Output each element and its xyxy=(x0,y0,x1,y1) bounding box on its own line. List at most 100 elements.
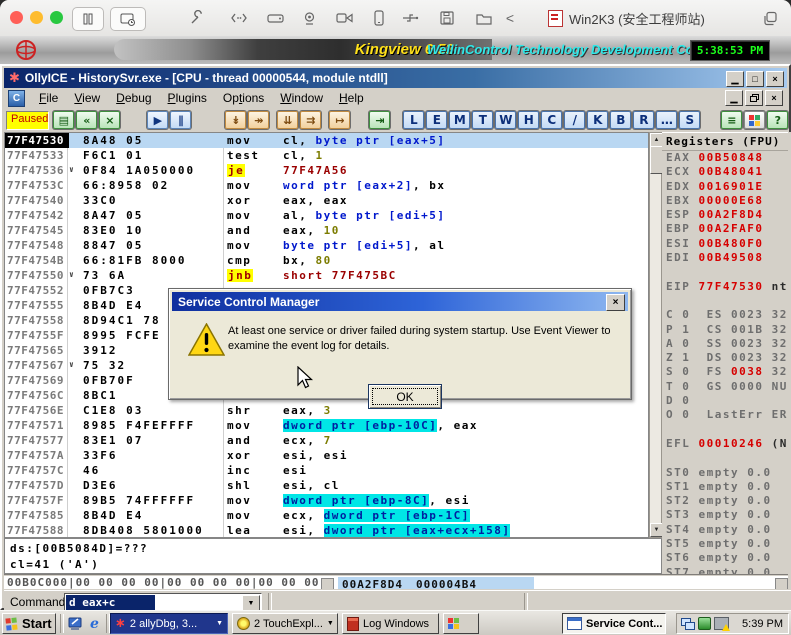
disasm-row[interactable]: 77F47571 8985 F4FEFFFF mov dword ptr [ebp-1… xyxy=(5,418,648,433)
mdi-close-button[interactable]: × xyxy=(765,90,783,106)
register-line[interactable]: ST2 empty 0.0 xyxy=(662,494,788,508)
toolbar-windows-list-button[interactable]: ≡ xyxy=(721,111,743,129)
chevron-down-icon[interactable]: ▼ xyxy=(327,620,334,627)
register-line[interactable]: EDX 0016901E xyxy=(662,180,788,194)
chevron-down-icon[interactable]: ▼ xyxy=(242,595,260,611)
disasm-row[interactable]: 77F47577 83E1 07 and ecx, 7 xyxy=(5,433,648,448)
menu-window[interactable]: Window xyxy=(272,91,331,105)
toolbar-till-return-button[interactable]: ↦ xyxy=(329,111,351,129)
menu-debug[interactable]: Debug xyxy=(108,91,159,105)
toolbar-animate-over-button[interactable]: ⇉ xyxy=(300,111,322,129)
internet-explorer-icon[interactable]: e xyxy=(86,615,103,632)
mac-close-button[interactable] xyxy=(10,11,23,24)
toolbar-windows-button[interactable]: W xyxy=(495,111,517,129)
disasm-row[interactable]: 77F47545 83E0 10 and eax, 10 xyxy=(5,223,648,238)
start-button[interactable]: Start xyxy=(2,613,56,634)
register-line[interactable]: ST3 empty 0.0 xyxy=(662,508,788,522)
wrench-icon[interactable] xyxy=(185,8,209,28)
show-desktop-icon[interactable] xyxy=(66,615,83,632)
cpu-window-icon[interactable]: C xyxy=(8,89,25,107)
disasm-row[interactable]: 77F4756E C1E8 03 shr eax, 3 xyxy=(5,403,648,418)
disasm-row[interactable]: 77F47533 F6C1 01 test cl, 1 xyxy=(5,148,648,163)
mac-zoom-button[interactable] xyxy=(50,11,63,24)
register-line[interactable]: ESI 00B480F0 xyxy=(662,237,788,251)
disasm-row[interactable]: 77F4757C 46 inc esi xyxy=(5,463,648,478)
tray-clock[interactable]: 5:39 PM xyxy=(742,618,783,630)
toolbar-step-over-button[interactable]: ↠ xyxy=(248,111,270,129)
register-line[interactable]: Z 1 DS 0023 32bi xyxy=(662,351,788,365)
disasm-row[interactable]: 77F47540 33C0 xor eax, eax xyxy=(5,193,648,208)
minimize-button[interactable]: ▁ xyxy=(726,71,744,87)
maximize-button[interactable]: □ xyxy=(746,71,764,87)
copy-window-icon[interactable] xyxy=(758,8,782,28)
register-line[interactable]: O 0 LastErr ERRO xyxy=(662,408,788,422)
register-line[interactable]: EAX 00B50848 xyxy=(662,151,788,165)
network-tray-icon[interactable] xyxy=(681,617,695,630)
mdi-restore-button[interactable] xyxy=(745,90,763,106)
task-ollydbg-group[interactable]: ∗ 2 allyDbg, 3... ▼ xyxy=(110,613,228,634)
disassembly-scrollbar[interactable]: ▲ ▼ xyxy=(649,132,663,538)
task-touchexpl-group[interactable]: 2 TouchExpl... ▼ xyxy=(232,613,338,634)
stack-pane[interactable]: 00A2F8D4 000004B4 xyxy=(334,574,788,589)
toolbar-run-button[interactable]: ▶ xyxy=(147,111,169,129)
register-line[interactable] xyxy=(662,451,788,465)
task-service-control-manager[interactable]: Service Cont... xyxy=(562,613,666,634)
drive-icon[interactable] xyxy=(263,8,287,28)
register-line[interactable] xyxy=(662,294,788,308)
toolbar-appearance-button[interactable] xyxy=(744,111,766,129)
register-line[interactable]: ECX 00B48041 xyxy=(662,165,788,179)
toolbar-log-button[interactable]: L xyxy=(403,111,425,129)
toolbar-restart-button[interactable]: « xyxy=(76,111,98,129)
toolbar-executables-button[interactable]: E xyxy=(426,111,448,129)
toolbar-step-into-button[interactable]: ↡ xyxy=(225,111,247,129)
mac-minimize-button[interactable] xyxy=(30,11,43,24)
register-line[interactable]: EIP 77F47530 ntdl xyxy=(662,280,788,294)
toolbar-source-button[interactable]: S xyxy=(679,111,701,129)
toolbar-handles-button[interactable]: H xyxy=(518,111,540,129)
disasm-row[interactable]: 77F47530 8A48 05 mov cl, byte ptr [eax+5] xyxy=(5,133,648,148)
vm-warning-tray-icon[interactable] xyxy=(714,617,730,631)
register-line[interactable]: ST5 empty 0.0 xyxy=(662,537,788,551)
toolbar-references-button[interactable]: R xyxy=(633,111,655,129)
stack-scroll-nub[interactable] xyxy=(775,578,788,589)
disasm-row[interactable]: 77F4757F 89B5 74FFFFFF mov dword ptr [ebp-8… xyxy=(5,493,648,508)
toolbar-animate-into-button[interactable]: ⇊ xyxy=(277,111,299,129)
register-line[interactable]: S 0 FS 0038 32bi xyxy=(662,365,788,379)
menu-view[interactable]: View xyxy=(66,91,108,105)
menu-help[interactable]: Help xyxy=(331,91,372,105)
disasm-row[interactable]: 77F4757A 33F6 xor esi, esi xyxy=(5,448,648,463)
ok-button[interactable]: OK xyxy=(368,384,442,409)
agent-tray-icon[interactable] xyxy=(698,617,711,630)
register-line[interactable]: EFL 00010246 (NO, xyxy=(662,437,788,451)
disasm-row[interactable]: 77F4753C 66:8958 02 mov word ptr [eax+2], b… xyxy=(5,178,648,193)
disasm-row[interactable]: 77F47550 ∨ 73 6A jnb short 77F475BC xyxy=(5,268,648,283)
task-log-windows[interactable]: Log Windows xyxy=(342,613,439,634)
register-line[interactable]: ESP 00A2F8D4 xyxy=(662,208,788,222)
disasm-row[interactable]: 77F4757D D3E6 shl esi, cl xyxy=(5,478,648,493)
register-line[interactable]: T 0 GS 0000 NULL xyxy=(662,380,788,394)
register-line[interactable]: P 1 CS 001B 32bi xyxy=(662,323,788,337)
memory-dump-pane[interactable]: 00B0C000|00 00 00 00|00 00 00 00|00 00 0… xyxy=(4,574,334,589)
register-line[interactable]: ST0 empty 0.0 xyxy=(662,466,788,480)
registers-pane[interactable]: Registers (FPU) EAX 00B50848 ECX 00B48041… xyxy=(662,132,788,589)
mdi-minimize-button[interactable]: ▁ xyxy=(725,90,743,106)
toolbar-memory-button[interactable]: M xyxy=(449,111,471,129)
menu-options[interactable]: Options xyxy=(215,91,272,105)
ollyice-titlebar[interactable]: ✱ OllyICE - HistorySvr.exe - [CPU - thre… xyxy=(4,68,787,88)
register-line[interactable] xyxy=(662,423,788,437)
toolbar-breakpoints-button[interactable]: B xyxy=(610,111,632,129)
dialog-titlebar[interactable]: Service Control Manager × xyxy=(172,292,628,311)
toolbar-open-button[interactable]: ▤ xyxy=(53,111,75,129)
register-line[interactable]: D 0 xyxy=(662,394,788,408)
toolbar-close-button[interactable]: × xyxy=(99,111,121,129)
phone-icon[interactable] xyxy=(367,8,391,28)
toolbar-pause-button[interactable]: ∥ xyxy=(170,111,192,129)
dialog-close-button[interactable]: × xyxy=(606,294,625,311)
disasm-row[interactable]: 77F47536 ∨ 0F84 1A050000 je 77F47A56 xyxy=(5,163,648,178)
toolbar-go-to-button[interactable]: ⇥ xyxy=(369,111,391,129)
toolbar-patches-button[interactable]: / xyxy=(564,111,586,129)
task-kingview-task[interactable] xyxy=(443,613,479,634)
disasm-row[interactable]: 77F4754B 66:81FB 8000 cmp bx, 80 xyxy=(5,253,648,268)
toolbar-help-button[interactable]: ? xyxy=(767,111,789,129)
register-line[interactable]: EBX 00000E68 xyxy=(662,194,788,208)
